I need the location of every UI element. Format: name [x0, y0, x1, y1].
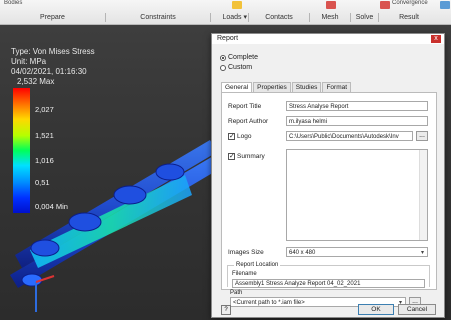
group-constraints[interactable]: Constraints [106, 12, 210, 23]
chain-pin [68, 212, 102, 232]
radio-selected-icon [220, 54, 226, 61]
images-size-select[interactable]: 640 x 480 ▾ [286, 247, 428, 257]
general-tab-panel: Report Title Stress Analyse Report Repor… [221, 92, 437, 290]
logo-checkbox[interactable] [228, 132, 235, 140]
chevron-down-icon: ▾ [243, 14, 247, 21]
max-value-label: 2,532 Max [17, 77, 55, 86]
radio-custom[interactable]: Custom [220, 64, 252, 71]
report-title-input[interactable]: Stress Analyse Report [286, 101, 428, 111]
legend-tick: 2,027 [35, 105, 54, 114]
bodies-label[interactable]: Bodies [4, 0, 22, 6]
result-type-label: Type: Von Mises Stress [11, 47, 95, 56]
radio-complete[interactable]: Complete [220, 54, 258, 61]
dialog-titlebar[interactable]: Report x [212, 34, 444, 44]
radio-custom-label: Custom [228, 64, 253, 71]
images-size-label: Images Size [228, 249, 264, 256]
path-value: <Current path to *.iam file> [233, 300, 305, 306]
unit-label: Unit: MPa [11, 57, 47, 66]
report-author-input[interactable]: m.ilyasa helmi [286, 116, 428, 126]
group-prepare[interactable]: Prepare [0, 12, 105, 23]
group-mesh[interactable]: Mesh [310, 12, 350, 23]
cancel-button[interactable]: Cancel [398, 304, 436, 315]
group-loads-label: Loads [222, 14, 242, 21]
legend-tick: 1,521 [35, 131, 54, 140]
timestamp-label: 04/02/2021, 01:16:30 [11, 67, 87, 76]
chevron-down-icon: ▾ [420, 250, 424, 256]
radio-unselected-icon [220, 64, 226, 71]
images-size-value: 640 x 480 [289, 250, 316, 256]
summary-label: Summary [237, 153, 265, 160]
radio-complete-label: Complete [228, 54, 258, 61]
report-dialog: Report x Complete Custom General Propert… [211, 33, 445, 318]
extra-icon[interactable] [440, 1, 450, 9]
chain-pin [113, 185, 147, 205]
ok-button[interactable]: OK [358, 304, 394, 315]
report-author-label: Report Author [228, 118, 269, 125]
group-contacts[interactable]: Contacts [249, 12, 309, 23]
summary-textarea[interactable] [286, 149, 428, 241]
group-result[interactable]: Result [379, 12, 439, 23]
loads-icon[interactable] [232, 1, 242, 9]
dialog-title: Report [217, 35, 239, 42]
close-button[interactable]: x [431, 35, 441, 43]
report-location-label: Report Location [234, 262, 281, 268]
help-button[interactable]: ? [221, 305, 231, 315]
filename-label: Filename [232, 271, 257, 277]
logo-label: Logo [237, 133, 252, 140]
logo-browse-button[interactable]: ... [416, 131, 428, 141]
logo-path-input[interactable]: C:\Users\Public\Documents\Autodesk\Inv [286, 131, 413, 141]
summary-scrollbar[interactable] [419, 150, 427, 240]
report-title-label: Report Title [228, 103, 262, 110]
summary-checkbox[interactable] [228, 152, 235, 160]
mesh-icon[interactable] [326, 1, 336, 9]
convergence-icon[interactable] [380, 1, 390, 9]
chain-pin [155, 163, 185, 181]
report-location-group: Report Location Filename Assembly1 Stres… [227, 262, 430, 288]
group-loads[interactable]: Loads ▾ [211, 12, 247, 23]
path-label: Path [230, 290, 243, 296]
stress-model-render[interactable] [0, 140, 215, 320]
filename-input[interactable]: Assembly1 Stress Analyze Report 04_02_20… [232, 279, 425, 288]
report-tabs: General Properties Studies Format [221, 82, 352, 93]
chain-pin [30, 239, 60, 257]
ribbon: Bodies Convergence Prepare Constraints L… [0, 0, 451, 25]
group-solve[interactable]: Solve [351, 12, 378, 23]
convergence-label[interactable]: Convergence [392, 0, 428, 6]
